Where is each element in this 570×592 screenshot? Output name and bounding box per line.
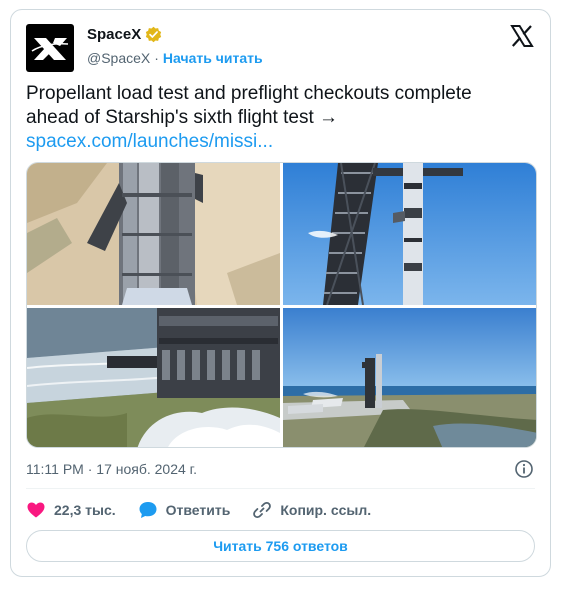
author-handle[interactable]: @SpaceX: [87, 50, 150, 66]
media-photo-1[interactable]: [27, 163, 280, 305]
tweet-timestamp[interactable]: 11:11 PM · 17 нояб. 2024 г.: [26, 461, 197, 477]
copy-link-button[interactable]: Копир. ссыл.: [252, 500, 371, 520]
media-photo-2[interactable]: [283, 163, 536, 305]
tweet-link[interactable]: spacex.com/launches/missi...: [26, 130, 526, 154]
like-button[interactable]: 22,3 тыс.: [26, 500, 116, 520]
reply-button[interactable]: Ответить: [138, 500, 231, 520]
author-display-name[interactable]: SpaceX: [87, 26, 141, 43]
divider: [26, 488, 535, 489]
speech-bubble-icon: [139, 502, 157, 518]
launch-tower-photo-icon: [283, 163, 536, 305]
like-count: 22,3 тыс.: [54, 502, 116, 518]
spacex-avatar[interactable]: [26, 24, 74, 72]
follow-button[interactable]: Начать читать: [163, 50, 263, 66]
spacex-logo-icon: [31, 38, 69, 60]
author-handle-row: @SpaceX · Начать читать: [87, 50, 263, 66]
tweet-body: Propellant load test and preflight check…: [26, 83, 472, 128]
heart-icon: [27, 502, 45, 518]
media-photo-3[interactable]: [27, 308, 280, 447]
separator-dot: ·: [154, 50, 159, 66]
booster-base-photo-icon: [27, 308, 280, 447]
media-grid: [26, 162, 537, 448]
launch-site-aerial-photo-icon: [283, 308, 536, 447]
author-name-row: SpaceX: [87, 26, 162, 43]
copy-link-label: Копир. ссыл.: [280, 502, 372, 518]
x-logo-icon[interactable]: [510, 24, 534, 48]
reply-label: Ответить: [165, 502, 231, 518]
starship-closeup-photo-icon: [27, 163, 280, 305]
tweet-card: SpaceX @SpaceX · Начать читать Propellan…: [10, 9, 551, 577]
media-photo-4[interactable]: [283, 308, 536, 447]
action-bar: 22,3 тыс. Ответить Копир. ссыл.: [26, 500, 393, 520]
verified-badge-icon: [146, 26, 162, 43]
info-icon[interactable]: [514, 459, 534, 479]
link-icon: [253, 501, 272, 519]
tweet-text: Propellant load test and preflight check…: [26, 82, 526, 154]
read-replies-button[interactable]: Читать 756 ответов: [26, 530, 535, 562]
